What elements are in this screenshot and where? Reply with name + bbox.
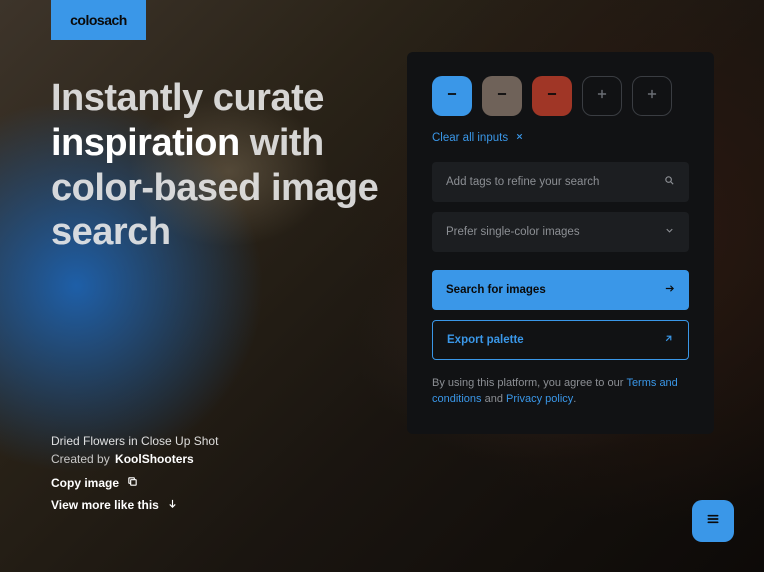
add-color-swatch[interactable] bbox=[632, 76, 672, 116]
brand-logo[interactable]: colosach bbox=[51, 0, 146, 40]
arrow-up-right-icon bbox=[663, 333, 674, 347]
minus-icon bbox=[495, 87, 509, 106]
color-swatch-1[interactable] bbox=[432, 76, 472, 116]
legal-mid: and bbox=[482, 393, 506, 405]
brand-name: colosach bbox=[70, 12, 127, 28]
plus-icon bbox=[645, 87, 659, 106]
legal-text: By using this platform, you agree to our… bbox=[432, 376, 689, 408]
view-more-label: View more like this bbox=[51, 498, 159, 512]
close-icon bbox=[515, 132, 524, 144]
export-palette-label: Export palette bbox=[447, 334, 524, 346]
image-caption: Dried Flowers in Close Up Shot Created b… bbox=[51, 434, 218, 520]
search-button[interactable]: Search for images bbox=[432, 270, 689, 310]
caption-author-line: Created by KoolShooters bbox=[51, 452, 218, 466]
search-panel: Clear all inputs Add tags to refine your… bbox=[407, 52, 714, 434]
headline-pre: Instantly curate bbox=[51, 77, 324, 119]
add-color-swatch[interactable] bbox=[582, 76, 622, 116]
arrow-right-icon bbox=[664, 283, 675, 297]
hero-headline: Instantly curate inspiration with color-… bbox=[51, 76, 381, 255]
legal-pre: By using this platform, you agree to our bbox=[432, 377, 626, 389]
color-swatch-3[interactable] bbox=[532, 76, 572, 116]
copy-image-label: Copy image bbox=[51, 476, 119, 490]
color-swatch-row bbox=[432, 76, 689, 116]
chevron-down-icon bbox=[664, 223, 675, 241]
legal-post: . bbox=[573, 393, 576, 405]
created-by-label: Created by bbox=[51, 452, 110, 466]
copy-icon bbox=[127, 476, 138, 490]
search-icon bbox=[664, 173, 675, 191]
plus-icon bbox=[595, 87, 609, 106]
export-palette-button[interactable]: Export palette bbox=[432, 320, 689, 360]
headline-highlight: inspiration bbox=[51, 122, 240, 164]
tags-placeholder: Add tags to refine your search bbox=[446, 176, 599, 188]
preference-select[interactable]: Prefer single-color images bbox=[432, 212, 689, 252]
clear-inputs-button[interactable]: Clear all inputs bbox=[432, 132, 689, 144]
menu-icon bbox=[705, 511, 721, 532]
arrow-down-icon bbox=[167, 498, 178, 512]
caption-title: Dried Flowers in Close Up Shot bbox=[51, 434, 218, 448]
minus-icon bbox=[445, 87, 459, 106]
privacy-link[interactable]: Privacy policy bbox=[506, 393, 573, 405]
preference-label: Prefer single-color images bbox=[446, 226, 580, 238]
view-more-button[interactable]: View more like this bbox=[51, 498, 218, 512]
clear-inputs-label: Clear all inputs bbox=[432, 132, 508, 144]
color-swatch-2[interactable] bbox=[482, 76, 522, 116]
menu-fab[interactable] bbox=[692, 500, 734, 542]
author-name[interactable]: KoolShooters bbox=[115, 452, 194, 466]
copy-image-button[interactable]: Copy image bbox=[51, 476, 218, 490]
search-button-label: Search for images bbox=[446, 284, 546, 296]
minus-icon bbox=[545, 87, 559, 106]
tags-input[interactable]: Add tags to refine your search bbox=[432, 162, 689, 202]
